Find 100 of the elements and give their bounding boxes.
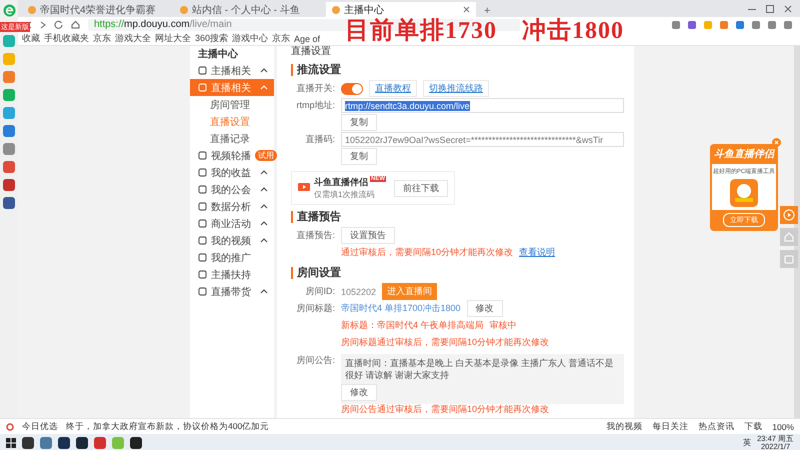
chevron-icon	[260, 221, 268, 226]
bookmark-link[interactable]: 网址大全	[155, 32, 191, 45]
sidebar-app-icon[interactable]	[3, 197, 15, 209]
field-label: 房间标题:	[295, 302, 335, 315]
sidebar-item-label: 我的收益	[211, 166, 251, 180]
status-link[interactable]: 今日优选	[22, 420, 58, 432]
sidebar-app-icon[interactable]	[3, 143, 15, 155]
status-link[interactable]: 我的视频	[606, 420, 642, 432]
sidebar-item[interactable]: 商业活动	[190, 215, 274, 232]
bookmark-link[interactable]: 游戏中心	[232, 32, 268, 45]
bookmark-link[interactable]: 京东	[272, 32, 290, 45]
browser-tab[interactable]: 站内信 - 个人中心 - 斗鱼	[174, 2, 324, 17]
page-title: 直播设置	[291, 46, 332, 58]
sidebar-item-label: 我的公会	[211, 184, 251, 196]
sidebar-item[interactable]: 视频轮播 试用	[190, 147, 274, 164]
sidebar-app-icon[interactable]	[3, 179, 15, 191]
sidebar-subitem[interactable]: 直播记录	[190, 130, 274, 147]
sidebar-item-label: 我的视频	[211, 234, 251, 248]
play-icon	[298, 183, 310, 193]
sidebar-item[interactable]: 我的公会	[190, 181, 274, 198]
section-title: 直播预告	[291, 211, 624, 223]
browser-tab[interactable]: 主播中心	[326, 2, 476, 17]
copy-button[interactable]: 复制	[341, 114, 377, 131]
field-label: 直播开关:	[295, 82, 335, 95]
sidebar-item-label: 直播带货	[211, 286, 251, 298]
set-preview-button[interactable]: 设置预告	[341, 227, 395, 244]
taskbar-app-icon[interactable]	[130, 436, 142, 448]
new-title-text: 新标题：帝国时代4 午夜单排高端局	[341, 319, 484, 332]
download-button[interactable]: 前往下载	[394, 180, 448, 196]
bookmark-link[interactable]: 收藏	[22, 32, 40, 45]
sidebar-item-label: 视频轮播	[211, 150, 251, 162]
status-link[interactable]: 热点资讯	[698, 420, 734, 432]
bookmark-link[interactable]: 游戏大全	[115, 32, 151, 45]
picks-icon	[6, 422, 14, 430]
rtmp-field[interactable]: rtmp://sendtc3a.douyu.com/live	[341, 98, 624, 113]
input-method[interactable]: 英	[743, 437, 752, 448]
new-tab-button[interactable]: +	[478, 5, 496, 17]
edit-button[interactable]: 修改	[341, 384, 377, 401]
help-link[interactable]: 查看说明	[519, 246, 556, 259]
review-note: 通过审核后，需要间隔10分钟才能再次修改	[341, 246, 514, 259]
field-label: 直播码:	[304, 133, 335, 146]
status-link[interactable]: 每日关注	[652, 420, 688, 432]
play-icon[interactable]	[780, 206, 798, 224]
browser-logo-icon[interactable]	[2, 4, 16, 17]
review-status: 审核中	[490, 319, 517, 332]
bookmark-link[interactable]: 京东	[93, 32, 111, 45]
close-icon[interactable]	[784, 5, 792, 13]
taskbar-app-icon[interactable]	[58, 436, 70, 448]
section-title: 房间设置	[291, 267, 624, 279]
live-toggle[interactable]	[341, 82, 363, 94]
news-headline[interactable]: 终于，加拿大政府宣布新款，协议价格为400亿加元	[66, 420, 270, 432]
sidebar-app-icon[interactable]	[3, 125, 15, 137]
chevron-icon	[260, 85, 268, 90]
bookmark-link[interactable]: Age of	[294, 34, 320, 44]
forward-icon[interactable]	[40, 20, 46, 28]
bookmark-link[interactable]: 手机收藏夹	[44, 32, 89, 45]
copy-button[interactable]: 复制	[341, 148, 377, 165]
stream-key-field[interactable]: 1052202rJ7ew9OaI?wsSecret=******************************&wsTir	[341, 132, 624, 147]
sidebar-item-label: 直播相关	[211, 82, 251, 94]
sidebar-subitem[interactable]: 房间管理	[190, 96, 274, 113]
chevron-icon	[260, 187, 268, 192]
close-tab-icon[interactable]	[463, 6, 470, 13]
sidebar-app-icon[interactable]	[3, 161, 15, 173]
browser-tab[interactable]: 帝国时代4荣誉进化争霸赛	[22, 2, 172, 17]
taskbar-app-icon[interactable]	[76, 436, 88, 448]
sidebar-item[interactable]: 直播带货	[190, 283, 274, 300]
trial-badge: 试用	[255, 150, 277, 161]
chevron-icon	[260, 289, 268, 294]
field-label: rtmp地址:	[295, 99, 335, 112]
bookmark-link[interactable]: 360搜索	[195, 32, 228, 45]
start-icon[interactable]	[6, 438, 16, 448]
sidebar-item[interactable]: 我的视频	[190, 232, 274, 249]
download-link[interactable]: 下载	[744, 420, 762, 432]
sidebar-item[interactable]: 我的收益	[190, 164, 274, 181]
review-note: 房间公告通过审核后，需要间隔10分钟才能再次修改	[341, 403, 550, 416]
zoom-level[interactable]: 100%	[772, 422, 794, 432]
sidebar-item-label: 主播相关	[211, 64, 251, 78]
sidebar-item-label: 主播扶持	[211, 268, 251, 282]
field-label: 房间ID:	[304, 285, 335, 298]
room-id: 1052202	[341, 286, 376, 296]
promo-subtitle: 仅需填1次推流码	[314, 189, 376, 200]
sidebar-item[interactable]: 数据分析	[190, 198, 274, 215]
edit-button[interactable]: 修改	[466, 300, 503, 317]
reload-icon[interactable]	[54, 20, 63, 29]
sidebar-item[interactable]: 我的推广	[190, 249, 274, 266]
home-icon[interactable]	[71, 20, 80, 29]
sidebar-title: 主播中心	[197, 47, 239, 62]
app-logo-icon	[730, 179, 758, 207]
taskbar-app-icon[interactable]	[22, 436, 34, 448]
section-title: 推流设置	[291, 64, 624, 76]
help-link[interactable]: 切换推流线路	[423, 80, 489, 97]
sidebar-item[interactable]: 主播扶持	[190, 266, 274, 283]
review-note: 房间标题通过审核后，需要间隔10分钟才能再次修改	[341, 336, 550, 349]
field-label: 房间公告:	[295, 354, 335, 367]
maximize-icon[interactable]	[766, 5, 774, 13]
sidebar-item[interactable]: 主播相关	[190, 62, 274, 79]
chevron-icon	[260, 170, 268, 175]
chevron-icon	[260, 204, 268, 209]
sidebar-item-label: 商业活动	[211, 218, 251, 230]
help-link[interactable]: 直播教程	[369, 80, 417, 97]
